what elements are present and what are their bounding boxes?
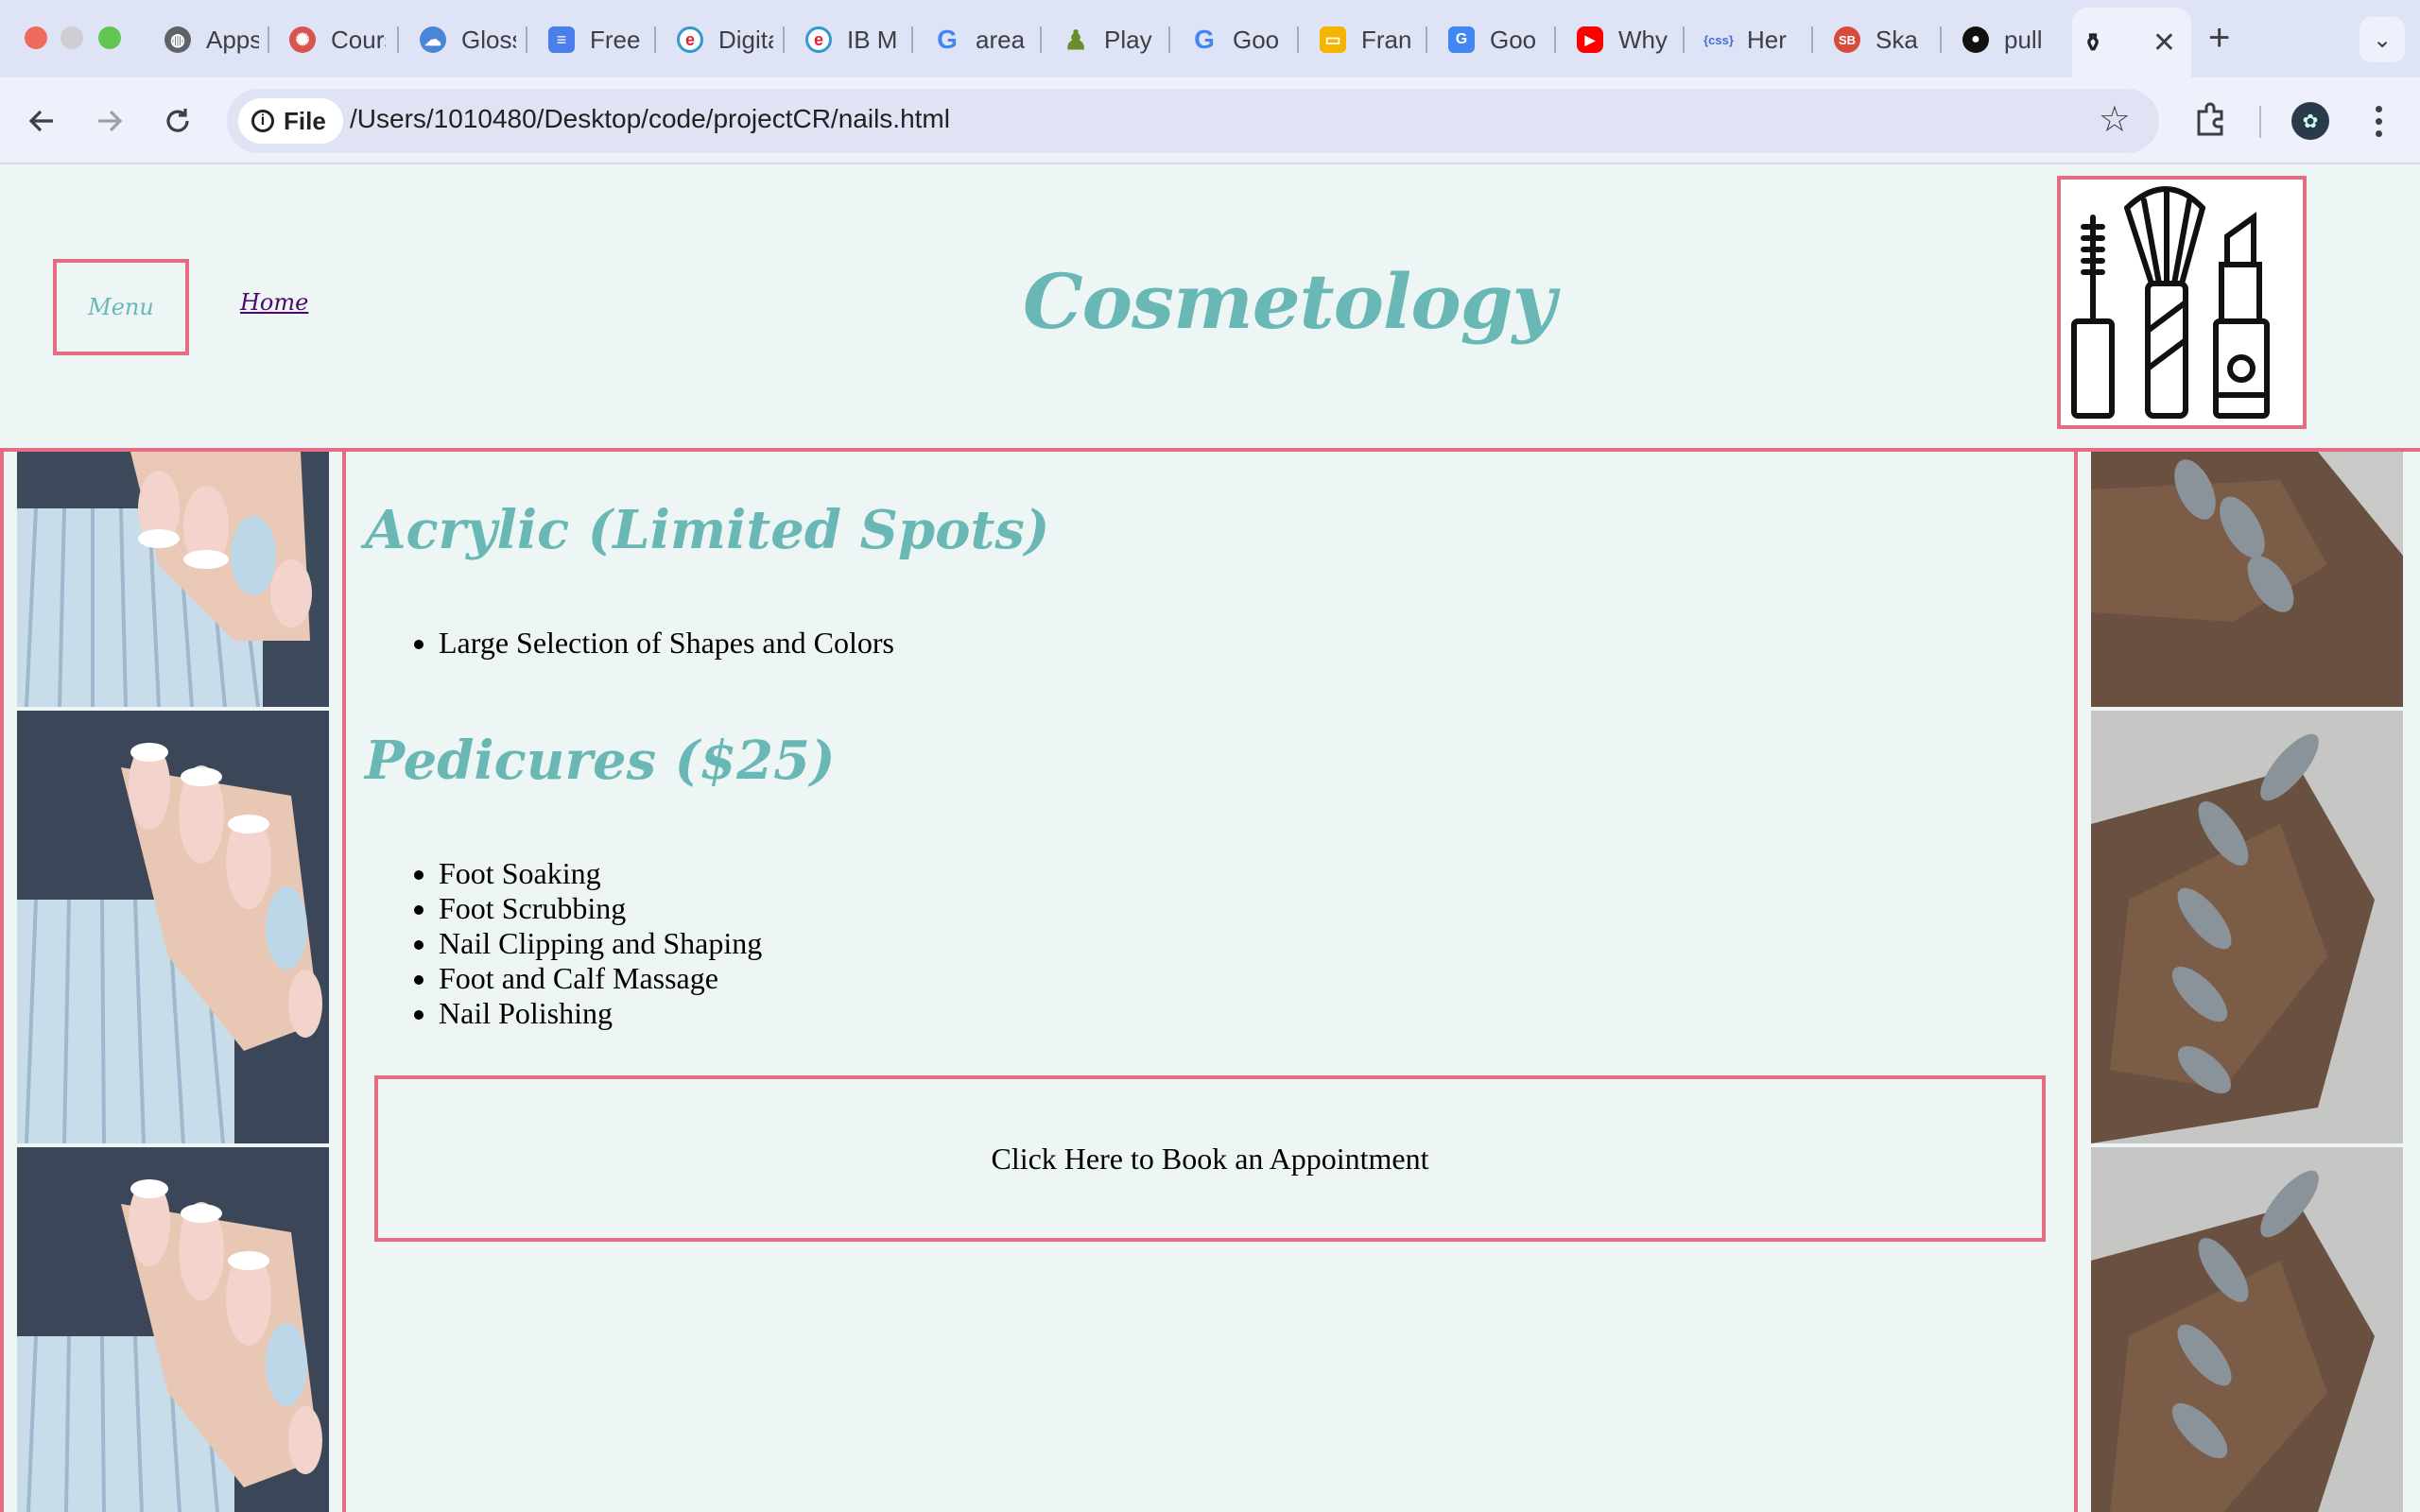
acrylic-heading: Acrylic (Limited Spots) <box>365 499 1050 561</box>
tab-nails-active[interactable]: ⚱ ✕ <box>2072 8 2191 77</box>
menu-button[interactable]: Menu <box>53 259 189 355</box>
tab-separator <box>1297 26 1299 53</box>
tab-strip: ◍ Apps ✺ Course ☁ Glossary ≡ Free e Digi… <box>0 0 2420 77</box>
tab-search-button[interactable]: ⌄ <box>2360 17 2405 62</box>
tab-separator <box>1940 26 1942 53</box>
google-icon: G <box>937 25 958 54</box>
bookmark-star-icon[interactable]: ☆ <box>2099 98 2131 141</box>
nail-photo-gray-almond <box>2091 1147 2403 1512</box>
toolbar-divider <box>2259 106 2261 138</box>
tab-separator <box>1683 26 1685 53</box>
scheme-label: File <box>284 106 326 135</box>
tab-apps[interactable]: ◍ Apps <box>157 13 259 66</box>
youtube-icon: ▶ <box>1577 26 1603 53</box>
left-gallery <box>0 452 346 1512</box>
browser-toolbar: i File /Users/1010480/Desktop/code/proje… <box>0 77 2420 164</box>
list-item: Foot Scrubbing <box>439 891 762 926</box>
tab-pull[interactable]: ● pull <box>1955 13 2059 66</box>
nail-photo-gray-almond <box>2091 711 2403 1143</box>
cloud-icon: ☁ <box>420 26 446 53</box>
tab-separator <box>1168 26 1170 53</box>
home-link[interactable]: Home <box>240 289 308 316</box>
list-item: Nail Clipping and Shaping <box>439 926 762 961</box>
list-item: Foot Soaking <box>439 856 762 891</box>
tab-area[interactable]: G area <box>926 13 1030 66</box>
pedicures-list: Foot Soaking Foot Scrubbing Nail Clippin… <box>439 856 762 1031</box>
translate-icon: G <box>1448 26 1475 53</box>
nail-photo-gray-almond <box>2091 452 2403 707</box>
tab-separator <box>1554 26 1556 53</box>
tab-google[interactable]: G Goo <box>1184 13 1288 66</box>
tab-course[interactable]: ✺ Course <box>282 13 386 66</box>
profile-avatar[interactable]: ✿ <box>2291 102 2329 140</box>
nail-photo-french-tips <box>17 711 329 1143</box>
list-item: Nail Polishing <box>439 996 762 1031</box>
slides-icon: ▭ <box>1320 26 1346 53</box>
reload-button[interactable] <box>155 98 200 144</box>
tab-separator <box>268 26 269 53</box>
tab-free[interactable]: ≡ Free <box>541 13 645 66</box>
list-item: Foot and Calf Massage <box>439 961 762 996</box>
pedicures-heading: Pedicures ($25) <box>365 730 836 792</box>
site-header: Menu Home Cosmetology <box>0 166 2420 452</box>
github-icon: ● <box>1962 26 1989 53</box>
e-icon: e <box>805 26 832 53</box>
maximize-window-button[interactable] <box>98 26 121 49</box>
address-bar[interactable]: i File /Users/1010480/Desktop/code/proje… <box>227 89 2159 153</box>
globe-icon: ◍ <box>164 26 191 53</box>
cosmetics-icon: ⚱ <box>2083 27 2103 57</box>
back-button[interactable] <box>19 98 64 144</box>
chess-icon: ♟ <box>1063 25 1088 55</box>
book-appointment-button[interactable]: Click Here to Book an Appointment <box>374 1075 2046 1242</box>
tab-fran[interactable]: ▭ Fran <box>1312 13 1416 66</box>
nail-photo-french-tips <box>17 452 329 707</box>
tab-separator <box>911 26 913 53</box>
tab-separator <box>783 26 785 53</box>
minimize-window-button[interactable] <box>60 26 83 49</box>
tab-separator <box>1811 26 1813 53</box>
tab-separator <box>1040 26 1042 53</box>
page-viewport: Menu Home Cosmetology Acrylic (Limited S… <box>0 166 2420 1512</box>
forward-button[interactable] <box>87 98 132 144</box>
list-item: Large Selection of Shapes and Colors <box>439 626 894 661</box>
right-gallery <box>2074 452 2420 1512</box>
new-tab-button[interactable]: + <box>2208 19 2230 57</box>
tab-glossary[interactable]: ☁ Glossary <box>412 13 516 66</box>
close-window-button[interactable] <box>25 26 47 49</box>
tab-digital[interactable]: e Digital <box>669 13 773 66</box>
tab-separator <box>397 26 399 53</box>
tab-separator <box>1426 26 1427 53</box>
url-text[interactable]: /Users/1010480/Desktop/code/projectCR/na… <box>350 104 950 134</box>
docs-icon: ≡ <box>548 26 575 53</box>
services-content: Acrylic (Limited Spots) Large Selection … <box>346 452 2074 1512</box>
course-icon: ✺ <box>289 26 316 53</box>
tab-separator <box>526 26 527 53</box>
tab-play[interactable]: ♟ Play <box>1055 13 1159 66</box>
tab-ib[interactable]: e IB M <box>798 13 902 66</box>
close-tab-icon[interactable]: ✕ <box>2152 26 2176 60</box>
site-info-chip[interactable]: i File <box>238 98 343 144</box>
info-icon: i <box>251 110 274 132</box>
back-arrow-icon <box>28 110 53 132</box>
e-icon: e <box>677 26 703 53</box>
google-icon: G <box>1194 25 1215 54</box>
site-title: Cosmetology <box>1023 257 1556 346</box>
extensions-icon[interactable] <box>2191 100 2229 142</box>
sb-icon: SB <box>1834 26 1860 53</box>
tab-youtube[interactable]: ▶ Why <box>1569 13 1673 66</box>
tab-her[interactable]: {css} Her <box>1698 13 1802 66</box>
forward-arrow-icon <box>98 110 123 132</box>
cosmetics-logo-icon <box>2057 176 2307 429</box>
reload-icon <box>166 109 189 132</box>
tab-ska[interactable]: SB Ska <box>1826 13 1930 66</box>
acrylic-list: Large Selection of Shapes and Colors <box>439 626 894 661</box>
tab-translate[interactable]: G Goo <box>1441 13 1545 66</box>
nail-photo-french-tips <box>17 1147 329 1512</box>
css-icon: {css} <box>1703 32 1734 47</box>
tab-separator <box>654 26 656 53</box>
browser-menu-icon[interactable] <box>2360 94 2397 147</box>
